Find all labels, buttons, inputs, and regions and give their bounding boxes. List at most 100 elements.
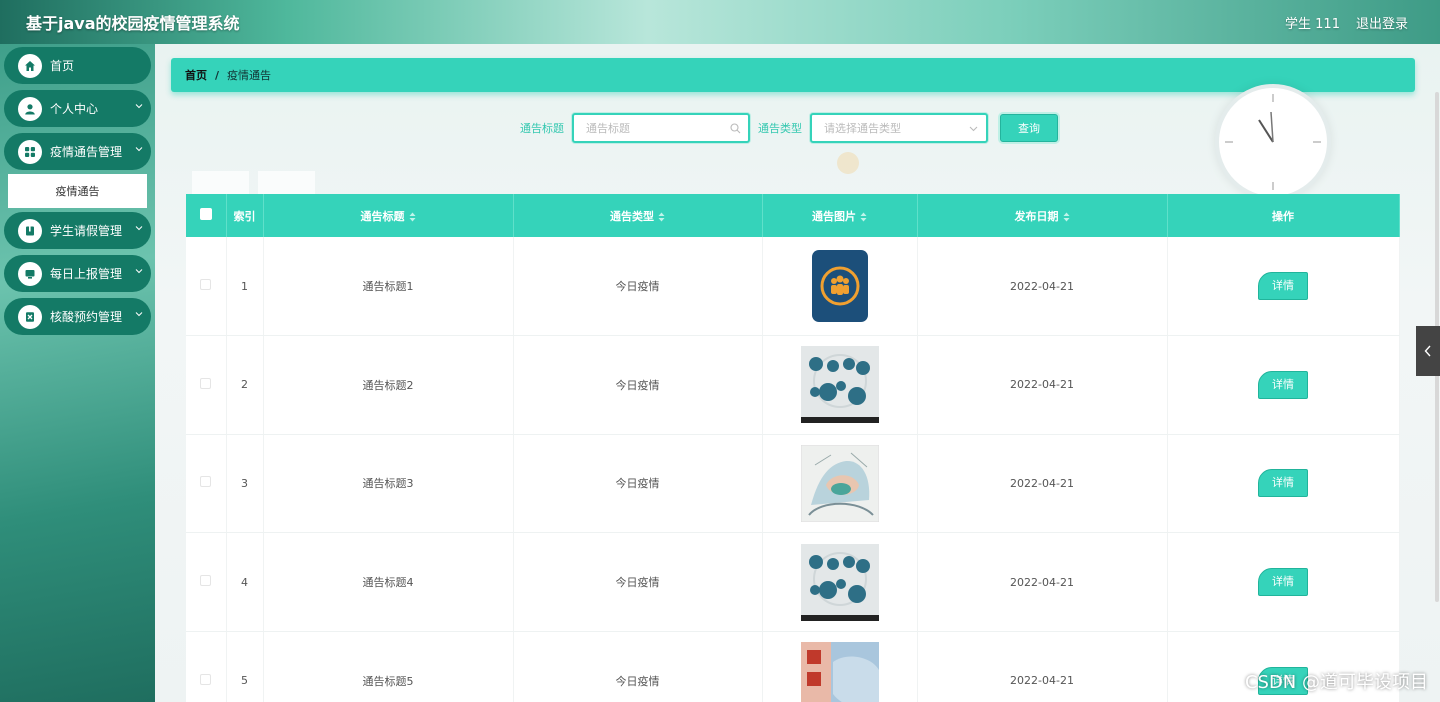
date-cell: 2022-04-21: [917, 532, 1168, 632]
query-button[interactable]: 查询: [1000, 114, 1058, 142]
search-icon: [730, 123, 741, 134]
sidebar-item-home[interactable]: 首页: [4, 47, 151, 84]
medical-icons-image: [800, 543, 879, 621]
side-panel-toggle[interactable]: [1416, 326, 1440, 376]
sidebar-item-label: 学生请假管理: [50, 224, 123, 238]
action-cell: 详情: [1167, 335, 1400, 435]
clock-icon: [1225, 94, 1321, 190]
sidebar-subitem-notice[interactable]: 疫情通告: [8, 174, 147, 208]
people-badge-image: [811, 250, 868, 323]
column-header-date[interactable]: 发布日期: [917, 194, 1168, 237]
row-select-cell[interactable]: [186, 237, 227, 337]
cursor-highlight: [837, 152, 859, 174]
chevron-down-icon: [969, 126, 978, 132]
title-search-field[interactable]: [572, 113, 750, 143]
sidebar-item-personal-center[interactable]: 个人中心: [4, 90, 151, 127]
detail-button[interactable]: 详情: [1258, 568, 1308, 597]
column-header-title[interactable]: 通告标题: [263, 194, 514, 237]
row-select-cell[interactable]: [186, 532, 227, 632]
index-cell: 4: [226, 532, 264, 632]
date-cell: 2022-04-21: [917, 335, 1168, 435]
sidebar-item-label: 疫情通告管理: [50, 145, 123, 159]
row-checkbox[interactable]: [200, 673, 212, 685]
row-checkbox[interactable]: [200, 476, 212, 488]
table-row: 2 通告标题2 今日疫情 2022-04-21 详情: [186, 335, 1400, 435]
action-cell: 详情: [1167, 237, 1400, 337]
sidebar-item-label: 首页: [50, 59, 75, 73]
breadcrumb: 首页 / 疫情通告: [171, 58, 1415, 92]
index-cell: 3: [226, 434, 264, 534]
chevron-down-icon: [135, 226, 143, 231]
action-cell: 详情: [1167, 532, 1400, 632]
row-checkbox[interactable]: [200, 279, 212, 291]
home-icon: [18, 53, 42, 78]
app-title: 基于java的校园疫情管理系统: [26, 14, 240, 33]
image-cell: [762, 434, 918, 534]
sidebar-item-notice-management[interactable]: 疫情通告管理: [4, 133, 151, 170]
select-all-header[interactable]: [186, 194, 227, 237]
index-cell: 2: [226, 335, 264, 435]
top-header: 基于java的校园疫情管理系统 学生 111 退出登录: [0, 0, 1440, 44]
date-cell: 2022-04-21: [917, 434, 1168, 534]
sort-icon[interactable]: [409, 212, 416, 222]
logout-link[interactable]: 退出登录: [1356, 13, 1408, 32]
column-header-index: 索引: [226, 194, 264, 237]
table-row: 3 通告标题3 今日疫情 2022-04-21 详情: [186, 434, 1400, 534]
row-checkbox[interactable]: [200, 575, 212, 587]
clock-decoration: [1215, 84, 1331, 200]
doctor-sketch-image: [800, 444, 879, 522]
user-name[interactable]: 学生 111: [1285, 13, 1340, 32]
detail-button[interactable]: 详情: [1258, 469, 1308, 498]
user-area: 学生 111 退出登录: [1285, 13, 1408, 32]
table-header-row: 索引 通告标题 通告类型 通告图片 发布日期 操作: [186, 194, 1400, 237]
sort-icon[interactable]: [860, 212, 867, 222]
type-select[interactable]: [810, 113, 988, 143]
column-header-image[interactable]: 通告图片: [762, 194, 918, 237]
row-checkbox[interactable]: [200, 377, 212, 389]
title-search-input[interactable]: [586, 121, 726, 135]
type-cell: 今日疫情: [513, 335, 763, 435]
type-select-input[interactable]: [824, 121, 964, 135]
table-row: 5 通告标题5 今日疫情 2022-04-21 详情: [186, 631, 1400, 702]
detail-button[interactable]: 详情: [1258, 272, 1308, 301]
search-bar: 通告标题 通告类型 查询: [520, 113, 1058, 143]
sidebar-item-label: 核酸预约管理: [50, 310, 123, 324]
title-cell: 通告标题5: [263, 631, 514, 702]
row-select-cell[interactable]: [186, 631, 227, 702]
medical-icons-image: [800, 346, 879, 424]
column-header-label: 通告类型: [610, 209, 654, 223]
detail-button[interactable]: 详情: [1258, 370, 1308, 399]
type-cell: 今日疫情: [513, 631, 763, 702]
index-cell: 1: [226, 237, 264, 337]
title-cell: 通告标题3: [263, 434, 514, 534]
ghost-button-2[interactable]: [258, 171, 315, 195]
title-cell: 通告标题2: [263, 335, 514, 435]
main-content: 首页 / 疫情通告 通告标题 通告类型 查询: [155, 44, 1440, 702]
breadcrumb-current: 疫情通告: [227, 69, 272, 82]
select-all-checkbox[interactable]: [199, 208, 212, 220]
type-cell: 今日疫情: [513, 434, 763, 534]
sidebar: 首页 个人中心 疫情通告管理 疫情通告 学生请假管理 每日上报管理 核酸预约管理: [0, 44, 155, 702]
sidebar-item-nucleic-appointment[interactable]: 核酸预约管理: [4, 298, 151, 335]
type-select-label: 通告类型: [758, 122, 802, 135]
row-select-cell[interactable]: [186, 335, 227, 435]
sidebar-item-label: 个人中心: [50, 102, 99, 116]
mask-poster-image: [800, 642, 879, 702]
sidebar-item-leave-management[interactable]: 学生请假管理: [4, 212, 151, 249]
action-cell: 详情: [1167, 434, 1400, 534]
title-search-label: 通告标题: [520, 122, 564, 135]
image-cell: [762, 335, 918, 435]
table-row: 1 通告标题1 今日疫情 2022-04-21 详情: [186, 237, 1400, 337]
sidebar-item-daily-report[interactable]: 每日上报管理: [4, 255, 151, 292]
type-cell: 今日疫情: [513, 237, 763, 337]
row-select-cell[interactable]: [186, 434, 227, 534]
column-header-type[interactable]: 通告类型: [513, 194, 763, 237]
breadcrumb-home[interactable]: 首页: [185, 67, 207, 83]
ghost-button-1[interactable]: [192, 171, 249, 195]
chevron-left-icon: [1424, 345, 1431, 357]
sort-icon[interactable]: [658, 212, 665, 222]
sort-icon[interactable]: [1063, 212, 1070, 222]
book-icon: [18, 218, 42, 243]
chevron-down-icon: [135, 104, 143, 109]
user-icon: [18, 96, 42, 121]
